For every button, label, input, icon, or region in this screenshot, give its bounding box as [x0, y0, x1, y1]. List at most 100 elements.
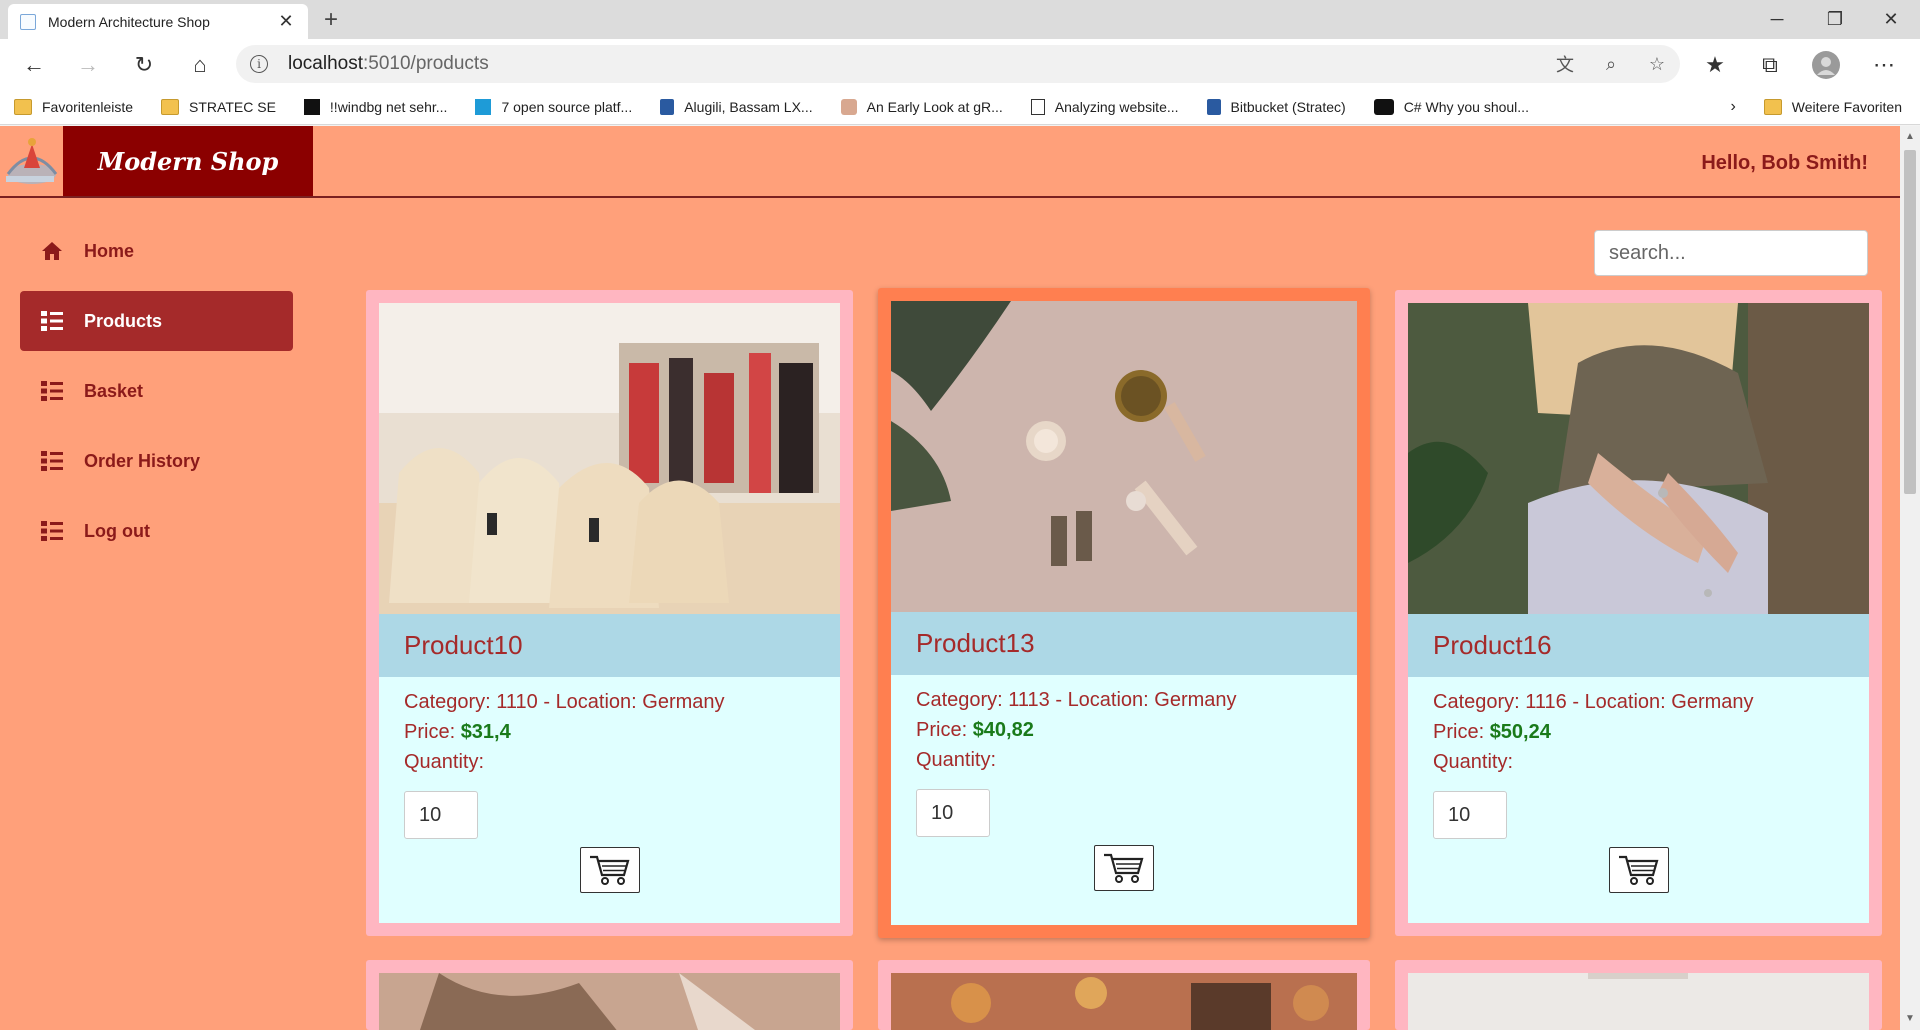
- product-image: [379, 973, 840, 1030]
- product-image: [1408, 973, 1869, 1030]
- sidebar-item-label: Products: [84, 310, 163, 331]
- brand-title[interactable]: Modern Shop: [63, 126, 313, 196]
- product-title[interactable]: Product13: [891, 612, 1357, 675]
- product-card: Product13 Category: 1113 - Location: Ger…: [878, 288, 1370, 938]
- product-card: [1395, 960, 1882, 1030]
- product-image: [379, 303, 840, 614]
- sidebar-item-basket[interactable]: Basket: [20, 361, 293, 421]
- bookmark-item[interactable]: Bitbucket (Stratec): [1206, 98, 1346, 115]
- list-icon: [41, 381, 63, 401]
- bookmarks-overflow-chevron-icon[interactable]: ›: [1730, 98, 1735, 116]
- product-title[interactable]: Product16: [1408, 614, 1869, 677]
- home-icon: [42, 242, 62, 260]
- url-text[interactable]: localhost:5010/products: [288, 53, 1542, 75]
- sidebar-item-products[interactable]: Products: [20, 291, 293, 351]
- sidebar-item-log-out[interactable]: Log out: [20, 501, 293, 561]
- product-image: [891, 973, 1357, 1030]
- product-details: Category: 1110 - Location: Germany Price…: [404, 687, 820, 777]
- product-price-row: Price: $31,4: [404, 721, 511, 743]
- sidebar-item-label: Log out: [84, 520, 150, 541]
- bookmark-item[interactable]: Analyzing website...: [1030, 98, 1179, 115]
- favorites-icon[interactable]: ★: [1697, 47, 1733, 83]
- other-favorites-folder[interactable]: Weitere Favoriten: [1763, 99, 1902, 115]
- bookmark-item[interactable]: An Early Look at gR...: [840, 98, 1003, 115]
- address-bar[interactable]: i localhost:5010/products 文 ⌕ ☆: [236, 45, 1680, 83]
- page-icon: [1030, 98, 1045, 115]
- add-to-cart-button[interactable]: [579, 847, 640, 893]
- quantity-label: Quantity:: [1433, 751, 1514, 773]
- home-button[interactable]: ⌂: [182, 47, 218, 83]
- product-card: [366, 960, 853, 1030]
- product-card: Product10 Category: 1110 - Location: Ger…: [366, 290, 853, 936]
- product-price-row: Price: $50,24: [1433, 721, 1551, 743]
- close-window-button[interactable]: ✕: [1862, 0, 1920, 39]
- bookmark-item[interactable]: 7 open source platf...: [475, 98, 632, 115]
- bookmark-item[interactable]: !!windbg net sehr...: [303, 98, 447, 115]
- product-category: Category: 1116 - Location: Germany: [1433, 691, 1754, 713]
- sidebar-item-order-history[interactable]: Order History: [20, 431, 293, 491]
- quantity-label: Quantity:: [916, 749, 997, 771]
- user-greeting: Hello, Bob Smith!: [1701, 152, 1868, 174]
- reload-button[interactable]: ↻: [126, 47, 162, 83]
- list-icon: [41, 451, 63, 471]
- product-price: $31,4: [460, 721, 511, 743]
- product-price: $40,82: [972, 719, 1034, 741]
- quantity-input[interactable]: [404, 791, 478, 839]
- product-price-row: Price: $40,82: [916, 719, 1034, 741]
- more-menu-icon[interactable]: ⋯: [1866, 47, 1902, 83]
- product-image: [1408, 303, 1869, 614]
- bookmark-item[interactable]: C# Why you shoul...: [1373, 98, 1529, 115]
- page-scrollbar[interactable]: ▲ ▼: [1900, 126, 1920, 1030]
- close-tab-icon[interactable]: ✕: [276, 11, 296, 32]
- scrollbar-thumb[interactable]: [1904, 150, 1916, 494]
- collections-icon[interactable]: ⧉: [1752, 47, 1788, 83]
- back-button[interactable]: ←: [16, 47, 52, 83]
- scroll-up-arrow-icon[interactable]: ▲: [1900, 128, 1920, 146]
- bookmark-item[interactable]: Alugili, Bassam LX...: [660, 98, 813, 115]
- sidebar-nav: Home Products Basket Order History Log o…: [20, 221, 293, 571]
- tab-title: Modern Architecture Shop: [48, 13, 210, 30]
- product-details: Category: 1113 - Location: Germany Price…: [916, 685, 1337, 775]
- profile-avatar[interactable]: [1808, 47, 1844, 83]
- site-favicon-icon: [840, 98, 857, 115]
- quantity-label: Quantity:: [404, 751, 485, 773]
- translate-icon[interactable]: 文: [1542, 45, 1588, 83]
- site-favicon-icon: [660, 98, 675, 115]
- add-to-cart-button[interactable]: [1094, 845, 1154, 891]
- new-tab-button[interactable]: +: [316, 6, 346, 36]
- site-favicon-icon: [1206, 98, 1221, 115]
- product-card: [878, 960, 1370, 1030]
- bookmark-item[interactable]: Favoritenleiste: [14, 98, 133, 115]
- sidebar-item-home[interactable]: Home: [20, 221, 293, 281]
- minimize-button[interactable]: ─: [1748, 0, 1806, 39]
- site-favicon-icon: [1373, 98, 1394, 115]
- site-favicon-icon: [303, 98, 320, 115]
- browser-toolbar: ← → ↻ ⌂ i localhost:5010/products 文 ⌕ ☆ …: [0, 39, 1920, 89]
- bookmark-item[interactable]: STRATEC SE: [161, 98, 276, 115]
- site-header: Modern Shop Hello, Bob Smith!: [0, 126, 1900, 198]
- quantity-input[interactable]: [1433, 791, 1507, 839]
- list-icon: [41, 521, 63, 541]
- browser-tab[interactable]: Modern Architecture Shop ✕: [8, 4, 308, 39]
- bookmarks-bar: Favoritenleiste STRATEC SE !!windbg net …: [0, 89, 1920, 125]
- product-price: $50,24: [1489, 721, 1551, 743]
- zoom-icon[interactable]: ⌕: [1588, 45, 1634, 83]
- restore-button[interactable]: ❐: [1806, 0, 1864, 39]
- add-to-cart-button[interactable]: [1608, 847, 1669, 893]
- favorite-star-icon[interactable]: ☆: [1634, 45, 1680, 83]
- list-icon: [41, 311, 63, 331]
- folder-icon: [1763, 99, 1782, 115]
- sidebar-item-label: Basket: [84, 380, 144, 401]
- product-details: Category: 1116 - Location: Germany Price…: [1433, 687, 1849, 777]
- shopping-cart-icon: [589, 855, 629, 885]
- logo-icon: [6, 138, 58, 184]
- folder-icon: [14, 98, 32, 115]
- product-title[interactable]: Product10: [379, 614, 840, 677]
- quantity-input[interactable]: [916, 789, 990, 837]
- forward-button[interactable]: →: [70, 47, 106, 83]
- search-input[interactable]: [1594, 230, 1868, 276]
- site-info-icon[interactable]: i: [250, 55, 268, 73]
- folder-icon: [161, 98, 180, 115]
- scroll-down-arrow-icon[interactable]: ▼: [1900, 1010, 1920, 1028]
- product-category: Category: 1113 - Location: Germany: [916, 689, 1237, 711]
